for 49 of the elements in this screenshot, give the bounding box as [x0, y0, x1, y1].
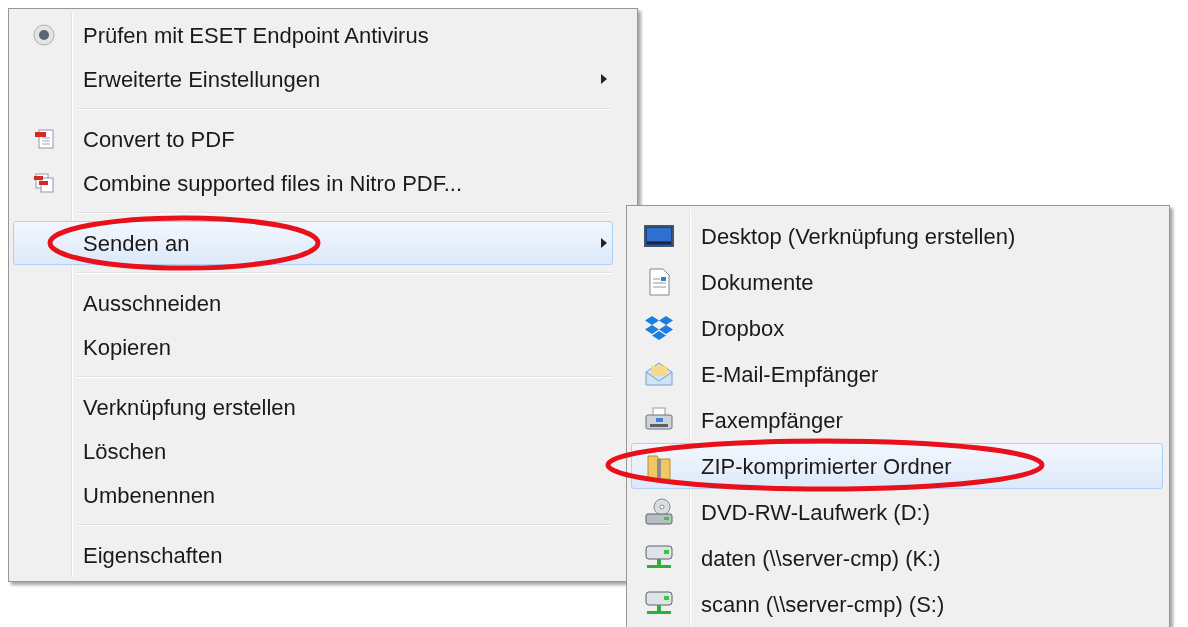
submenu-arrow-icon	[600, 73, 608, 85]
menu-item-label: Faxempfänger	[701, 406, 843, 435]
menu-item-label: Eigenschaften	[83, 541, 223, 570]
menu-item[interactable]: Ausschneiden	[13, 281, 613, 325]
menu-item-label: Erweiterte Einstellungen	[83, 65, 321, 94]
menu-item[interactable]: Dokumente	[631, 259, 1163, 305]
menu-item[interactable]: Eigenschaften	[13, 533, 613, 577]
menu-item-label: Ausschneiden	[83, 289, 222, 318]
menu-item[interactable]: DVD-RW-Laufwerk (D:)	[631, 489, 1163, 535]
menu-item[interactable]: Löschen	[13, 429, 613, 473]
documents-icon	[33, 172, 55, 194]
menu-item-label: Convert to PDF	[83, 125, 235, 154]
menu-item-label: Kopieren	[83, 333, 172, 362]
menu-item[interactable]: Prüfen mit ESET Endpoint Antivirus	[13, 13, 613, 57]
menu-item-label: E-Mail-Empfänger	[701, 360, 879, 389]
document-icon	[646, 267, 672, 297]
submenu-arrow-icon	[600, 237, 608, 249]
menu-item-label: Desktop (Verknüpfung erstellen)	[701, 222, 1016, 251]
menu-item[interactable]: Dropbox	[631, 305, 1163, 351]
menu-item[interactable]: Desktop (Verknüpfung erstellen)	[631, 213, 1163, 259]
menu-item[interactable]: Erweiterte Einstellungen	[13, 57, 613, 101]
menu-item[interactable]: daten (\\server-cmp) (K:)	[631, 535, 1163, 581]
menu-item-label: Dropbox	[701, 314, 785, 343]
menu-item[interactable]: Verknüpfung erstellen	[13, 385, 613, 429]
menu-item-label: DVD-RW-Laufwerk (D:)	[701, 498, 930, 527]
monitor-icon	[644, 223, 674, 249]
menu-item[interactable]: scann (\\server-cmp) (S:)	[631, 581, 1163, 627]
dropbox-icon	[644, 314, 674, 342]
envelope-icon	[644, 360, 674, 388]
menu-item-label: Umbenennen	[83, 481, 216, 510]
radio-dot-icon	[33, 24, 55, 46]
menu-item-label: ZIP-komprimierter Ordner	[701, 452, 952, 481]
menu-item-label: Verknüpfung erstellen	[83, 393, 296, 422]
menu-item-label: scann (\\server-cmp) (S:)	[701, 590, 945, 619]
menu-item-label: Dokumente	[701, 268, 814, 297]
menu-item-label: Combine supported files in Nitro PDF...	[83, 169, 463, 198]
menu-item[interactable]: E-Mail-Empfänger	[631, 351, 1163, 397]
menu-item-label: Prüfen mit ESET Endpoint Antivirus	[83, 21, 429, 50]
menu-item[interactable]: Faxempfänger	[631, 397, 1163, 443]
menu-item[interactable]: Combine supported files in Nitro PDF...	[13, 161, 613, 205]
document-icon	[33, 128, 55, 150]
menu-item[interactable]: Kopieren	[13, 325, 613, 369]
menu-item-label: Senden an	[83, 229, 190, 258]
menu-item-label: Löschen	[83, 437, 167, 466]
menu-item[interactable]: Umbenennen	[13, 473, 613, 517]
menu-item[interactable]: Senden an	[13, 221, 613, 265]
menu-item[interactable]: Convert to PDF	[13, 117, 613, 161]
disc-drive-icon	[644, 497, 674, 527]
menu-item-label: daten (\\server-cmp) (K:)	[701, 544, 941, 573]
